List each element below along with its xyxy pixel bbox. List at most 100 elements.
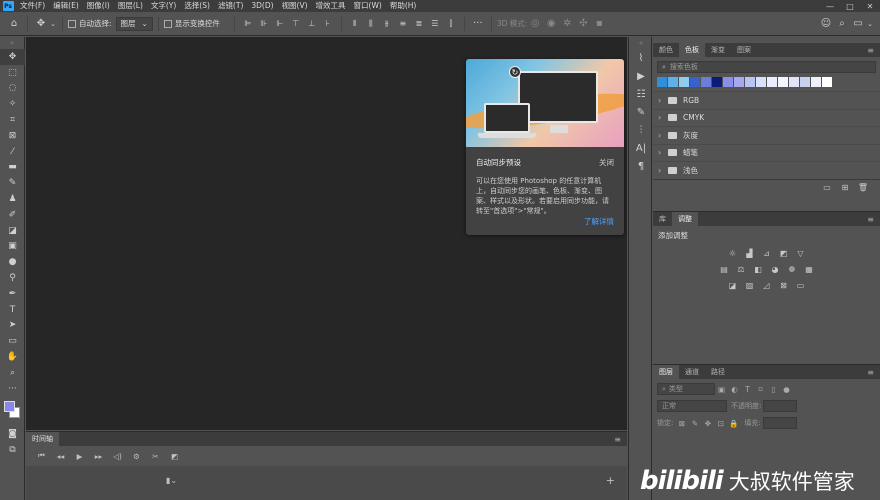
filmstrip-icon[interactable]: ▮⌄ xyxy=(166,476,177,485)
maximize-icon[interactable]: □ xyxy=(840,2,860,11)
timeline-track-area[interactable]: ▮⌄ + xyxy=(26,466,627,500)
tab-patterns[interactable]: 图案 xyxy=(731,43,757,57)
distribute-center-icon[interactable]: ⫼ xyxy=(363,16,379,32)
share-icon[interactable]: ☺ xyxy=(818,16,834,32)
tab-channels[interactable]: 通道 xyxy=(679,365,705,379)
filter-type-icon[interactable]: T xyxy=(741,385,754,394)
tab-paths[interactable]: 路径 xyxy=(705,365,731,379)
clone-stamp-tool-icon[interactable]: ♟ xyxy=(0,191,25,207)
vibrance-icon[interactable]: ▽ xyxy=(794,248,808,258)
trash-icon[interactable]: 🗑 xyxy=(854,183,872,192)
opacity-input[interactable] xyxy=(763,400,798,412)
invert-icon[interactable]: ◪ xyxy=(726,280,740,290)
swatch-group-item[interactable]: › CMYK xyxy=(653,108,880,127)
toolbar-grip[interactable]: » xyxy=(0,37,24,49)
history-icon[interactable]: ⌇ xyxy=(629,49,653,67)
align-left-icon[interactable]: ⊫ xyxy=(240,16,256,32)
paragraph-icon[interactable]: ¶ xyxy=(629,157,653,175)
menu-plugins[interactable]: 增效工具 xyxy=(312,0,350,12)
fill-input[interactable] xyxy=(762,417,797,429)
curves-icon[interactable]: ⊿ xyxy=(760,248,774,258)
color-swatches[interactable] xyxy=(0,397,25,427)
chevron-right-icon[interactable]: › xyxy=(658,96,666,105)
menu-help[interactable]: 帮助(H) xyxy=(386,0,421,12)
lock-artboard-icon[interactable]: ⊡ xyxy=(714,419,727,428)
audio-icon[interactable]: ◁) xyxy=(108,452,127,461)
crop-tool-icon[interactable]: ⌗ xyxy=(0,112,25,128)
eraser-tool-icon[interactable]: ◪ xyxy=(0,223,25,239)
color-swatch[interactable] xyxy=(756,77,766,87)
new-group-icon[interactable]: ▭ xyxy=(818,183,836,192)
show-transform-checkbox[interactable] xyxy=(163,19,172,28)
zoom-tool-icon[interactable]: ⌕ xyxy=(0,365,25,381)
frame-tool-icon[interactable]: ⊠ xyxy=(0,128,25,144)
color-swatch[interactable] xyxy=(811,77,821,87)
menu-edit[interactable]: 编辑(E) xyxy=(49,0,83,12)
add-media-icon[interactable]: + xyxy=(606,474,615,487)
foreground-color[interactable] xyxy=(4,400,15,412)
levels-icon[interactable]: ▟ xyxy=(743,248,757,258)
path-selection-tool-icon[interactable]: ➤ xyxy=(0,318,25,334)
distribute-right-icon[interactable]: ⫵ xyxy=(379,16,395,32)
edit-toolbar-icon[interactable]: ··· xyxy=(0,381,25,397)
next-frame-icon[interactable]: ▸▸ xyxy=(89,452,108,461)
brush-settings-icon[interactable]: ⫶ xyxy=(629,121,653,139)
color-swatch[interactable] xyxy=(657,77,667,87)
layer-filter-dropdown[interactable]: ⌕ 类型 xyxy=(657,383,715,395)
channel-mixer-icon[interactable]: ❁ xyxy=(785,264,799,274)
brightness-icon[interactable]: ☼ xyxy=(726,248,740,258)
move-tool-icon[interactable]: ✥ xyxy=(33,16,49,32)
lock-transparent-icon[interactable]: ⊠ xyxy=(675,419,688,428)
menu-filter[interactable]: 滤镜(T) xyxy=(214,0,247,12)
menu-file[interactable]: 文件(F) xyxy=(16,0,49,12)
3d-roll-icon[interactable]: ◉ xyxy=(543,16,559,32)
tab-swatches[interactable]: 色板 xyxy=(679,43,705,57)
gradient-map-icon[interactable]: ▭ xyxy=(794,280,808,290)
blend-mode-dropdown[interactable]: 正常 xyxy=(657,400,727,412)
eyedropper-tool-icon[interactable]: ⁄ xyxy=(0,144,25,160)
threshold-icon[interactable]: ◿ xyxy=(760,280,774,290)
properties-icon[interactable]: ☷ xyxy=(629,85,653,103)
panel-menu-icon[interactable]: ≡ xyxy=(614,435,627,444)
lock-all-icon[interactable]: 🔒 xyxy=(727,419,740,428)
chevron-down-icon[interactable]: ⌄ xyxy=(49,16,57,32)
distribute-top-icon[interactable]: ≡ xyxy=(395,16,411,32)
magic-wand-tool-icon[interactable]: ✧ xyxy=(0,96,25,112)
menu-image[interactable]: 图像(I) xyxy=(83,0,114,12)
strip-grip[interactable]: « xyxy=(629,37,653,49)
chevron-right-icon[interactable]: › xyxy=(658,131,666,140)
black-white-icon[interactable]: ◧ xyxy=(751,264,765,274)
popup-close-button[interactable]: 关闭 xyxy=(599,157,614,168)
color-swatch[interactable] xyxy=(712,77,722,87)
align-center-icon[interactable]: ⊪ xyxy=(256,16,272,32)
color-swatch[interactable] xyxy=(668,77,678,87)
type-tool-icon[interactable]: T xyxy=(0,302,25,318)
align-bottom-icon[interactable]: ⊦ xyxy=(320,16,336,32)
first-frame-icon[interactable]: ⏮ xyxy=(32,451,51,461)
lasso-tool-icon[interactable]: ◌ xyxy=(0,81,25,97)
home-icon[interactable]: ⌂ xyxy=(6,16,22,32)
tab-timeline[interactable]: 时间轴 xyxy=(26,432,59,446)
move-tool-icon[interactable]: ✥ xyxy=(0,49,25,65)
color-swatch[interactable] xyxy=(723,77,733,87)
new-swatch-icon[interactable]: ⊞ xyxy=(836,183,854,192)
auto-select-target-dropdown[interactable]: 图层 ⌄ xyxy=(115,16,153,31)
swatch-group-item[interactable]: › RGB xyxy=(653,91,880,109)
color-swatch[interactable] xyxy=(789,77,799,87)
swatch-search-input[interactable]: ⌕ 搜索色板 xyxy=(657,61,876,73)
color-swatch[interactable] xyxy=(778,77,788,87)
selective-color-icon[interactable]: ⊠ xyxy=(777,280,791,290)
align-middle-icon[interactable]: ⊥ xyxy=(304,16,320,32)
tab-gradients[interactable]: 渐变 xyxy=(705,43,731,57)
panel-menu-icon[interactable]: ≡ xyxy=(867,215,880,224)
pen-tool-icon[interactable]: ✒ xyxy=(0,286,25,302)
learn-more-link[interactable]: 了解详情 xyxy=(584,216,614,227)
photo-filter-icon[interactable]: ◕ xyxy=(768,264,782,274)
color-swatch[interactable] xyxy=(690,77,700,87)
color-swatch[interactable] xyxy=(734,77,744,87)
color-swatch[interactable] xyxy=(767,77,777,87)
color-swatch[interactable] xyxy=(701,77,711,87)
color-lookup-icon[interactable]: ▦ xyxy=(802,264,816,274)
split-scissors-icon[interactable]: ✂ xyxy=(146,452,165,461)
filter-smart-object-icon[interactable]: ▯ xyxy=(767,385,780,394)
